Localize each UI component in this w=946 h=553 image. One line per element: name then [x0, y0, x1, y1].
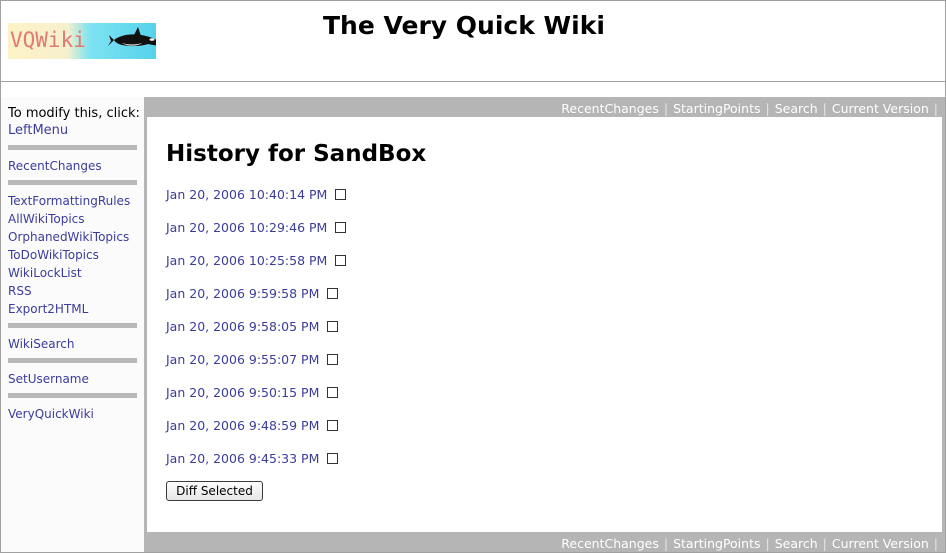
- history-row: Jan 20, 2006 9:58:05 PM: [166, 316, 339, 336]
- revision-link[interactable]: Jan 20, 2006 9:58:05 PM: [166, 319, 319, 334]
- orca-icon: [108, 27, 156, 47]
- revision-link[interactable]: Jan 20, 2006 10:29:46 PM: [166, 220, 327, 235]
- site-title: The Very Quick Wiki: [323, 11, 605, 40]
- revision-checkbox[interactable]: [327, 320, 339, 332]
- vqwiki-logo[interactable]: VQWiki: [8, 23, 156, 59]
- left-menu: To modify this, click: LeftMenu RecentCh…: [1, 97, 144, 552]
- history-row: Jan 20, 2006 9:45:33 PM: [166, 448, 339, 468]
- nav-separator: |: [933, 101, 938, 116]
- nav-search-link[interactable]: Search: [775, 536, 818, 551]
- revision-link[interactable]: Jan 20, 2006 9:59:58 PM: [166, 286, 319, 301]
- revision-link[interactable]: Jan 20, 2006 10:25:58 PM: [166, 253, 327, 268]
- sidebar-item-rss[interactable]: RSS: [8, 282, 144, 300]
- revision-link[interactable]: Jan 20, 2006 9:48:59 PM: [166, 418, 319, 433]
- nav-separator: |: [663, 536, 669, 551]
- history-row: Jan 20, 2006 9:48:59 PM: [166, 415, 339, 435]
- sidebar-item-wikisearch[interactable]: WikiSearch: [8, 335, 144, 353]
- history-row: Jan 20, 2006 9:59:58 PM: [166, 283, 339, 303]
- revision-link[interactable]: Jan 20, 2006 9:55:07 PM: [166, 352, 319, 367]
- sidebar-item-recentchanges[interactable]: RecentChanges: [8, 157, 144, 175]
- nav-search-link[interactable]: Search: [775, 101, 818, 116]
- nav-separator: |: [765, 536, 770, 551]
- modify-text: To modify this, click:: [8, 106, 140, 121]
- nav-current-version-link[interactable]: Current Version: [832, 101, 929, 116]
- nav-startingpoints-link[interactable]: StartingPoints: [673, 536, 760, 551]
- main-content: History for SandBox Jan 20, 2006 10:40:1…: [147, 117, 942, 532]
- revision-checkbox[interactable]: [327, 287, 339, 299]
- history-row: Jan 20, 2006 10:25:58 PM: [166, 250, 347, 270]
- sidebar-item-todowikitopics[interactable]: ToDoWikiTopics: [8, 246, 144, 264]
- bottom-nav-bar: RecentChanges | StartingPoints | Search | Curr…: [144, 533, 945, 552]
- nav-current-version-link[interactable]: Current Version: [832, 536, 929, 551]
- nav-separator: |: [822, 101, 827, 116]
- history-row: Jan 20, 2006 10:29:46 PM: [166, 217, 347, 237]
- sidebar-item-setusername[interactable]: SetUsername: [8, 370, 144, 388]
- nav-separator: |: [663, 101, 669, 116]
- page-title: History for SandBox: [166, 141, 427, 167]
- content-frame: RecentChanges | StartingPoints | Search | Curr…: [144, 97, 945, 552]
- logo-text: VQWiki: [10, 28, 86, 52]
- history-row: Jan 20, 2006 10:40:14 PM: [166, 184, 347, 204]
- revision-checkbox[interactable]: [327, 452, 339, 464]
- sidebar-item-wikilocklist[interactable]: WikiLockList: [8, 264, 144, 282]
- nav-separator: |: [933, 536, 938, 551]
- revision-checkbox[interactable]: [335, 254, 347, 266]
- diff-selected-button[interactable]: Diff Selected: [166, 481, 263, 501]
- nav-recentchanges-link[interactable]: RecentChanges: [561, 536, 659, 551]
- history-row: Jan 20, 2006 9:55:07 PM: [166, 349, 339, 369]
- left-menu-intro: To modify this, click: LeftMenu: [8, 105, 144, 139]
- revision-checkbox[interactable]: [327, 419, 339, 431]
- history-row: Jan 20, 2006 9:50:15 PM: [166, 382, 339, 402]
- revision-link[interactable]: Jan 20, 2006 10:40:14 PM: [166, 187, 327, 202]
- nav-recentchanges-link[interactable]: RecentChanges: [561, 101, 659, 116]
- revision-checkbox[interactable]: [327, 353, 339, 365]
- revision-link[interactable]: Jan 20, 2006 9:45:33 PM: [166, 451, 319, 466]
- sidebar-item-orphanedwikitopics[interactable]: OrphanedWikiTopics: [8, 228, 144, 246]
- top-nav-bar: RecentChanges | StartingPoints | Search | Curr…: [144, 98, 945, 117]
- nav-startingpoints-link[interactable]: StartingPoints: [673, 101, 760, 116]
- sidebar-item-veryquickwiki[interactable]: VeryQuickWiki: [8, 405, 144, 423]
- left-menu-edit-link[interactable]: LeftMenu: [8, 123, 68, 138]
- sidebar-item-allwikitopics[interactable]: AllWikiTopics: [8, 210, 144, 228]
- nav-separator: |: [822, 536, 827, 551]
- revision-link[interactable]: Jan 20, 2006 9:50:15 PM: [166, 385, 319, 400]
- revision-checkbox[interactable]: [335, 188, 347, 200]
- nav-separator: |: [765, 101, 770, 116]
- sidebar-item-textformattingrules[interactable]: TextFormattingRules: [8, 192, 144, 210]
- header: VQWiki The Very Quick Wiki: [1, 1, 945, 82]
- sidebar-item-export2html[interactable]: Export2HTML: [8, 300, 144, 318]
- revision-checkbox[interactable]: [335, 221, 347, 233]
- revision-checkbox[interactable]: [327, 386, 339, 398]
